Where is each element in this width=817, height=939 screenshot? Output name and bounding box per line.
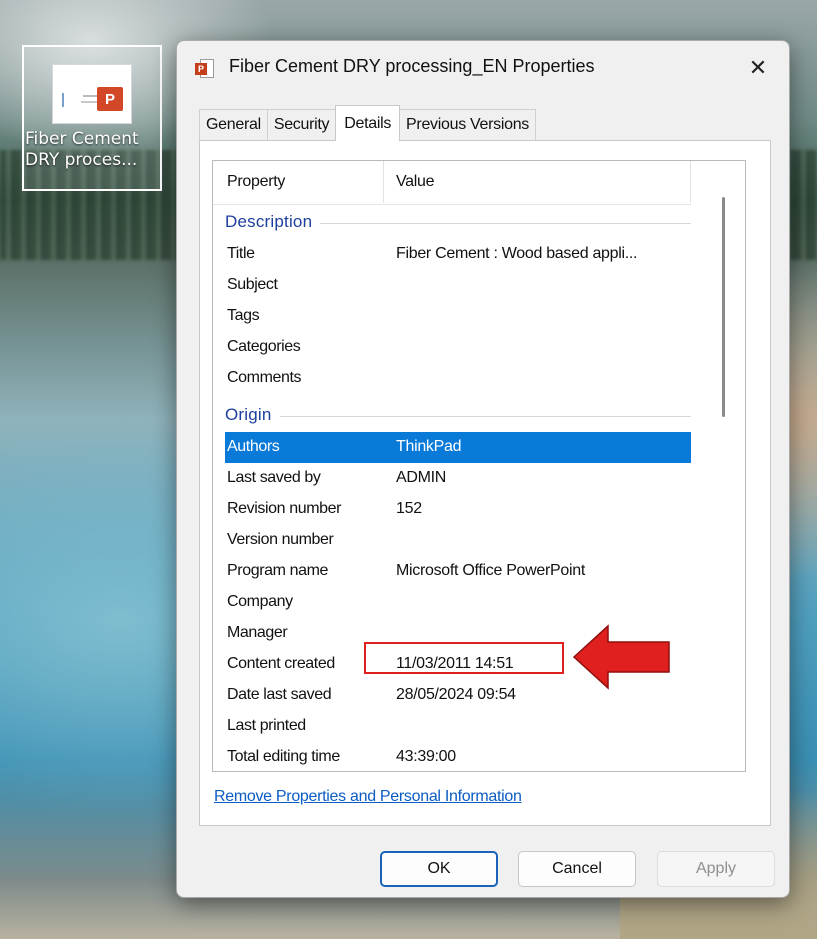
group-label: Description — [225, 212, 321, 232]
property-value: Fiber Cement : Wood based appli... — [396, 245, 638, 262]
property-value: 152 — [396, 500, 422, 517]
property-name: Revision number — [227, 500, 342, 517]
property-name: Content created — [227, 655, 335, 672]
scrollbar-thumb[interactable] — [722, 197, 725, 417]
tab-security[interactable]: Security — [266, 109, 337, 140]
property-row-program-name[interactable]: Program name Microsoft Office PowerPoint — [225, 556, 691, 587]
property-value: 28/05/2024 09:54 — [396, 686, 516, 703]
property-row-categories[interactable]: Categories — [225, 332, 691, 363]
column-header-property[interactable]: Property — [227, 173, 285, 191]
dialog-titlebar[interactable]: P Fiber Cement DRY processing_EN Propert… — [177, 41, 789, 97]
vertical-scrollbar[interactable] — [703, 161, 745, 771]
property-name: Date last saved — [227, 686, 332, 703]
details-panel: Property Value Description Title Fiber C… — [199, 140, 771, 826]
property-name: Title — [227, 245, 255, 262]
property-name: Version number — [227, 531, 334, 548]
group-label: Origin — [225, 405, 280, 425]
list-header: Property Value — [213, 161, 691, 205]
dialog-title: Fiber Cement DRY processing_EN Propertie… — [229, 56, 595, 76]
property-row-authors[interactable]: Authors ThinkPad — [225, 432, 691, 463]
column-separator[interactable] — [383, 161, 384, 203]
powerpoint-icon: P — [97, 87, 123, 111]
apply-button[interactable]: Apply — [657, 851, 775, 887]
tab-bar: General Security Details Previous Versio… — [199, 105, 537, 141]
close-icon: ✕ — [748, 55, 768, 80]
property-name: Last saved by — [227, 469, 321, 486]
property-row-revision-number[interactable]: Revision number 152 — [225, 494, 691, 525]
group-origin: Origin — [213, 401, 691, 431]
property-row-title[interactable]: Title Fiber Cement : Wood based appli... — [225, 239, 691, 270]
tab-details[interactable]: Details — [335, 105, 401, 141]
group-description: Description — [213, 208, 691, 238]
column-separator[interactable] — [690, 161, 691, 203]
property-name: Program name — [227, 562, 329, 579]
properties-dialog: P Fiber Cement DRY processing_EN Propert… — [176, 40, 790, 898]
annotation-arrow-icon — [572, 624, 670, 690]
property-name: Company — [227, 593, 293, 610]
property-name: Tags — [227, 307, 260, 324]
property-row-version-number[interactable]: Version number — [225, 525, 691, 556]
property-row-last-saved-by[interactable]: Last saved by ADMIN — [225, 463, 691, 494]
column-header-value[interactable]: Value — [396, 173, 435, 191]
property-value: ThinkPad — [396, 438, 462, 455]
property-name: Total editing time — [227, 748, 340, 765]
property-name: Last printed — [227, 717, 306, 734]
property-row-subject[interactable]: Subject — [225, 270, 691, 301]
property-value: Microsoft Office PowerPoint — [396, 562, 586, 579]
file-thumbnail: P — [52, 64, 132, 124]
property-name: Subject — [227, 276, 278, 293]
property-name: Comments — [227, 369, 302, 386]
powerpoint-badge: P — [195, 63, 207, 75]
ok-button[interactable]: OK — [380, 851, 498, 887]
annotation-highlight-box — [364, 642, 564, 674]
property-value: ADMIN — [396, 469, 447, 486]
property-name: Categories — [227, 338, 301, 355]
property-row-tags[interactable]: Tags — [225, 301, 691, 332]
tab-general[interactable]: General — [199, 109, 268, 140]
property-row-comments[interactable]: Comments — [225, 363, 691, 394]
group-divider — [225, 416, 691, 417]
property-row-total-editing-time[interactable]: Total editing time 43:39:00 — [225, 742, 691, 771]
powerpoint-file-icon: P — [195, 59, 214, 78]
property-row-company[interactable]: Company — [225, 587, 691, 618]
close-button[interactable]: ✕ — [741, 51, 775, 85]
tab-previous-versions[interactable]: Previous Versions — [399, 109, 537, 140]
property-name: Manager — [227, 624, 288, 641]
desktop-file-icon[interactable]: P Fiber Cement DRY proces... — [22, 45, 162, 191]
remove-properties-link[interactable]: Remove Properties and Personal Informati… — [214, 788, 522, 806]
thumb-line — [62, 93, 64, 107]
property-name: Authors — [227, 438, 280, 455]
cancel-button[interactable]: Cancel — [518, 851, 636, 887]
property-value: 43:39:00 — [396, 748, 456, 765]
desktop-icon-label: Fiber Cement DRY proces... — [25, 129, 139, 170]
property-row-last-printed[interactable]: Last printed — [225, 711, 691, 742]
